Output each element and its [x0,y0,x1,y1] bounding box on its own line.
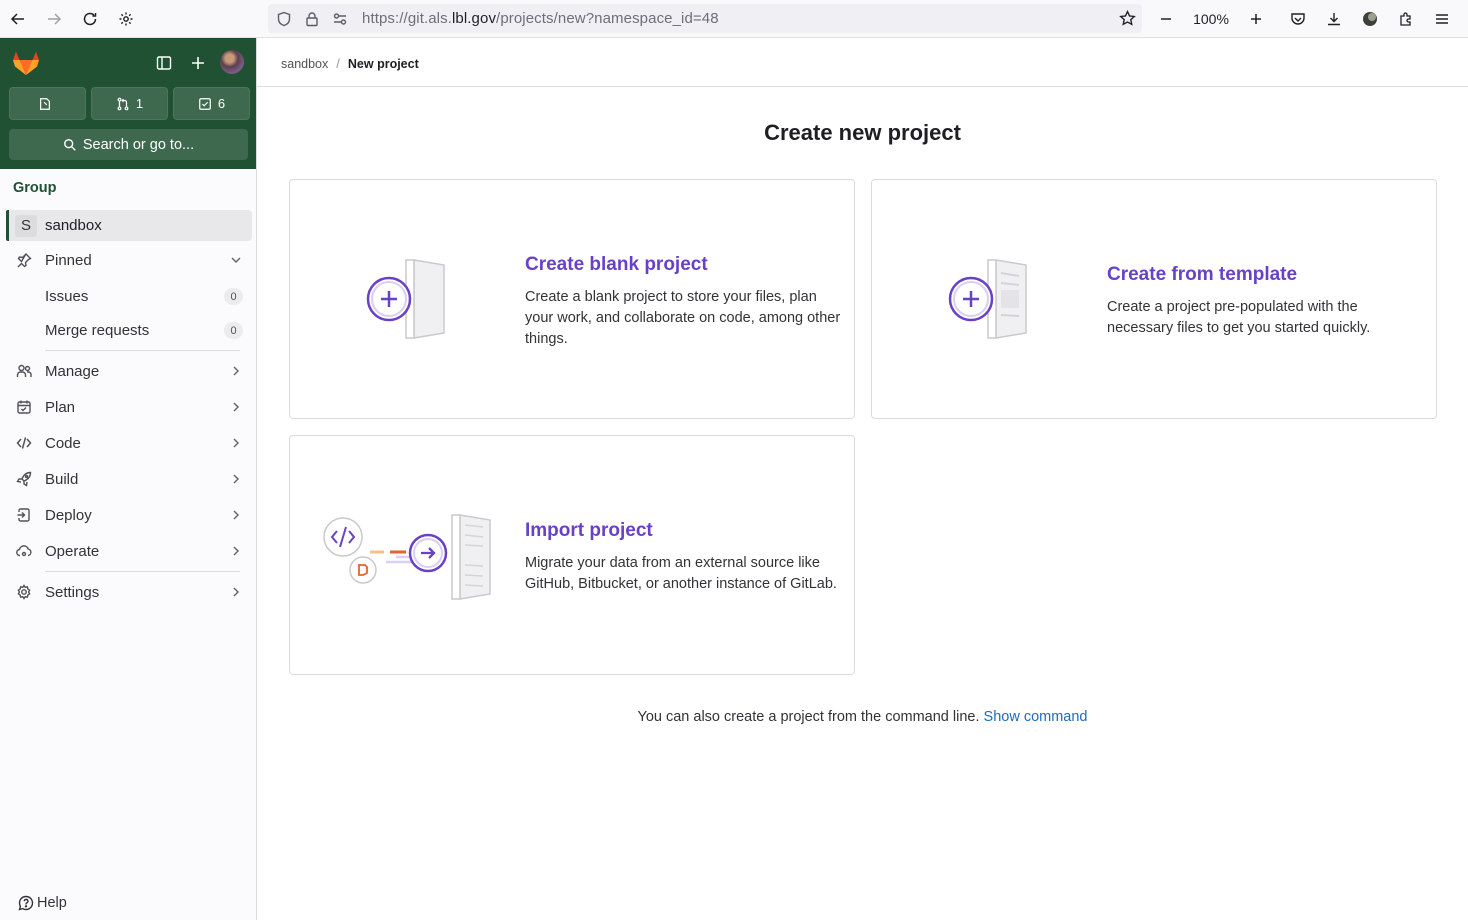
breadcrumb-sandbox[interactable]: sandbox [281,57,328,71]
zoom-out-icon[interactable] [1150,1,1182,37]
deployments-icon [17,508,30,522]
users-icon [16,364,32,377]
import-project-card[interactable]: Import project Migrate your data from an… [289,435,855,675]
help-button[interactable]: Help [18,895,67,911]
lock-icon[interactable] [304,11,320,27]
command-line-hint: You can also create a project from the c… [637,709,1088,725]
sidebar-header: 1 6 Search or go to... [0,38,256,169]
extensions-icon[interactable] [1390,1,1422,37]
chevron-right-icon [233,438,239,448]
divider [45,571,240,572]
sidebar-item-build[interactable]: Build [6,463,252,495]
create-blank-project-card[interactable]: Create blank project Create a blank proj… [289,179,855,419]
breadcrumb: sandbox / New project [281,56,419,71]
card-title[interactable]: Create blank project [525,254,708,276]
url-text: https://git.als.lbl.gov/projects/new?nam… [362,10,719,27]
chevron-right-icon [233,402,239,412]
menu-icon[interactable] [1426,1,1458,37]
chevron-right-icon [233,474,239,484]
download-icon[interactable] [1318,1,1350,37]
card-title[interactable]: Create from template [1107,264,1297,286]
divider [45,350,240,351]
issues-icon [39,97,50,110]
sidebar-item-plan[interactable]: Plan [6,391,252,423]
code-icon [16,437,32,449]
zoom-in-icon[interactable] [1240,1,1272,37]
sidebar-toggle-icon[interactable] [153,52,175,74]
sidebar-item-code[interactable]: Code [6,427,252,459]
calendar-icon [17,400,31,414]
chevron-right-icon [233,546,239,556]
sidebar-item-sandbox[interactable]: S sandbox [6,210,252,241]
reload-icon[interactable] [72,1,108,37]
merge-request-icon [117,97,129,110]
count-badge: 0 [224,322,243,339]
address-bar[interactable]: https://git.als.lbl.gov/projects/new?nam… [268,4,1142,33]
search-icon [63,138,76,151]
permissions-icon[interactable] [332,11,348,27]
forward-icon[interactable] [36,1,72,37]
issues-counter-button[interactable] [9,87,86,120]
back-icon[interactable] [0,1,36,37]
sidebar-item-deploy[interactable]: Deploy [6,499,252,531]
rocket-icon [16,471,32,487]
card-description: Create a project pre-populated with the … [1107,299,1371,336]
chevron-right-icon [233,366,239,376]
sidebar: 1 6 Search or go to... Group S sandbox P… [0,38,257,920]
main-content: sandbox / New project Create new project… [257,38,1468,920]
sidebar-item-settings[interactable]: Settings [6,576,252,608]
import-project-illustration [323,514,491,600]
header-divider [257,86,1468,87]
count-badge: 0 [224,288,243,305]
card-description: Migrate your data from an external sourc… [525,555,837,592]
blank-project-illustration [366,259,445,339]
group-avatar: S [15,214,37,237]
gitlab-logo-icon[interactable] [12,50,40,76]
chevron-down-icon [231,257,241,263]
context-heading: Group [13,180,57,196]
sidebar-item-pinned[interactable]: Pinned [6,244,252,276]
chevron-right-icon [233,510,239,520]
active-indicator [6,210,9,241]
show-command-link[interactable]: Show command [984,709,1088,725]
zoom-level[interactable]: 100% [1182,11,1240,27]
sidebar-item-merge-requests[interactable]: Merge requests 0 [6,314,252,346]
page-title: Create new project [764,120,961,145]
card-title[interactable]: Import project [525,520,653,542]
settings-gear-icon [17,584,31,600]
sidebar-item-operate[interactable]: Operate [6,535,252,567]
create-from-template-card[interactable]: Create from template Create a project pr… [871,179,1437,419]
gear-icon[interactable] [108,1,144,37]
search-button[interactable]: Search or go to... [9,129,248,160]
merge-requests-counter-button[interactable]: 1 [91,87,168,120]
pin-icon [17,253,32,268]
help-icon [18,895,34,911]
account-avatar-icon[interactable] [1354,1,1386,37]
card-description: Create a blank project to store your fil… [525,289,841,347]
todos-counter-button[interactable]: 6 [173,87,250,120]
breadcrumb-separator: / [336,56,340,71]
breadcrumb-current[interactable]: New project [348,57,419,71]
bookmark-star-icon[interactable] [1119,10,1136,27]
user-avatar[interactable] [220,50,244,74]
sidebar-item-label: sandbox [45,217,102,234]
create-new-icon[interactable] [187,52,209,74]
cloud-gear-icon [16,545,32,557]
template-illustration [948,259,1027,339]
browser-toolbar: https://git.als.lbl.gov/projects/new?nam… [0,0,1468,38]
pocket-icon[interactable] [1282,1,1314,37]
shield-icon[interactable] [276,11,292,27]
todo-icon [199,97,211,110]
sidebar-item-issues[interactable]: Issues 0 [6,280,252,312]
sidebar-item-manage[interactable]: Manage [6,355,252,387]
chevron-right-icon [233,587,239,597]
